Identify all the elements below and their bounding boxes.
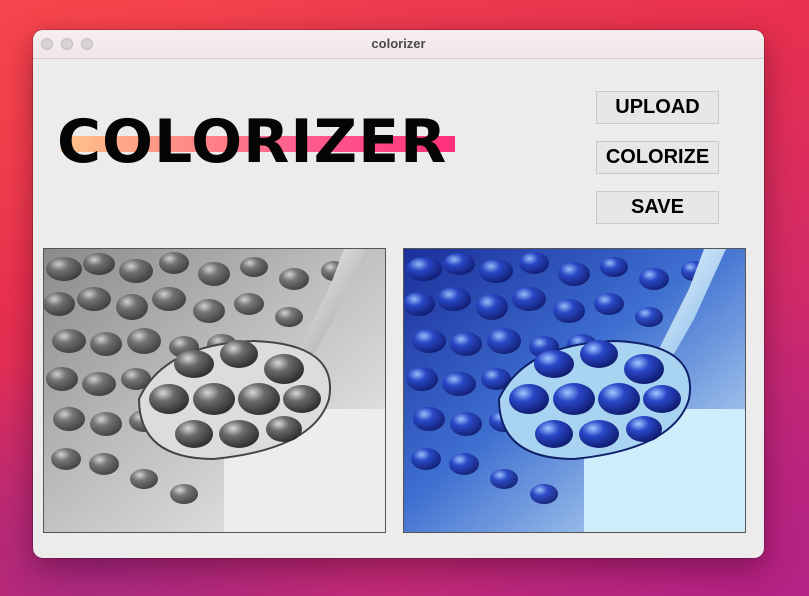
logo-text: COLORIZER bbox=[57, 107, 448, 177]
colorized-image bbox=[404, 249, 745, 532]
colorize-button[interactable]: COLORIZE bbox=[596, 141, 719, 174]
save-button[interactable]: SAVE bbox=[596, 191, 719, 224]
upload-button[interactable]: UPLOAD bbox=[596, 91, 719, 124]
original-image-panel bbox=[43, 248, 386, 533]
grayscale-image bbox=[44, 249, 385, 532]
window-title: colorizer bbox=[371, 36, 426, 51]
title-bar[interactable]: colorizer bbox=[33, 30, 764, 59]
app-window: colorizer COLORIZER UPLOAD COLORIZE SAVE bbox=[33, 30, 764, 558]
app-logo: COLORIZER bbox=[57, 110, 457, 174]
colorized-image-panel bbox=[403, 248, 746, 533]
